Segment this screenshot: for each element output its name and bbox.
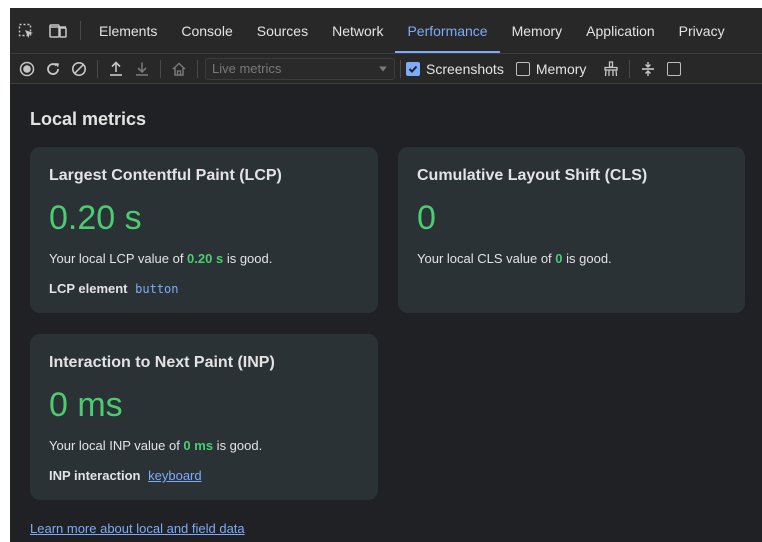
collapse-track-icon[interactable] [635,57,661,81]
garbage-collect-icon[interactable] [598,57,624,81]
lcp-description: Your local LCP value of 0.20 s is good. [49,251,272,266]
tab-console[interactable]: Console [169,8,244,53]
memory-label: Memory [535,60,587,77]
tab-privacy[interactable]: Privacy [667,8,737,53]
divider [197,59,198,78]
inspect-element-icon[interactable] [10,8,42,53]
clear-icon[interactable] [66,57,92,81]
inp-card: Interaction to Next Paint (INP) 0 ms You… [30,334,378,500]
cls-title: Cumulative Layout Shift (CLS) [417,167,648,184]
lcp-value: 0.20 s [49,199,142,237]
checkbox-unchecked-icon[interactable] [515,61,530,76]
divider [629,59,631,78]
device-toolbar-icon[interactable] [42,8,74,53]
tab-elements[interactable]: Elements [87,8,169,53]
more-options-checkbox[interactable] [661,57,687,81]
live-metrics-view: Local metrics Largest Contentful Paint (… [10,85,762,542]
recording-mode-select-value: Live metrics [212,61,282,76]
cls-desc-value: 0 [555,251,563,266]
tab-memory[interactable]: Memory [500,8,575,53]
checkbox-unchecked-icon[interactable] [667,61,682,76]
cls-card: Cumulative Layout Shift (CLS) 0 Your loc… [398,147,745,313]
inp-value: 0 ms [49,386,123,424]
inp-interaction-row: INP interaction keyboard [49,468,202,483]
inp-interaction-label: INP interaction [49,468,141,483]
inp-description: Your local INP value of 0 ms is good. [49,438,262,453]
tab-performance[interactable]: Performance [395,8,500,53]
divider [400,59,401,78]
home-icon[interactable] [166,57,192,81]
lcp-card: Largest Contentful Paint (LCP) 0.20 s Yo… [30,147,378,313]
inp-desc-suffix: is good. [213,438,263,453]
devtools-tab-bar: Elements Console Sources Network Perform… [10,8,762,54]
screenshots-label: Screenshots [426,60,504,77]
record-icon[interactable] [14,57,40,81]
lcp-desc-prefix: Your local LCP value of [49,251,188,266]
cls-desc-suffix: is good. [562,251,612,266]
inp-interaction-link[interactable]: keyboard [148,468,201,483]
upload-icon[interactable] [103,57,129,81]
lcp-desc-value: 0.20 s [187,251,224,266]
lcp-element-node[interactable]: button [135,282,178,296]
performance-toolbar: Live metrics Screenshots Memory [10,54,762,84]
cls-desc-prefix: Your local CLS value of [417,251,556,266]
tab-network[interactable]: Network [320,8,395,53]
inp-desc-prefix: Your local INP value of [49,438,184,453]
chevron-down-icon [378,61,388,76]
tab-application[interactable]: Application [574,8,667,53]
divider [160,59,161,78]
devtools-window: Elements Console Sources Network Perform… [10,8,762,542]
divider [80,21,81,40]
learn-more-link[interactable]: Learn more about local and field data [30,521,245,536]
reload-record-icon[interactable] [40,57,66,81]
lcp-element-label: LCP element [49,281,128,296]
lcp-element-row: LCP element button [49,281,179,296]
screenshots-checkbox[interactable]: Screenshots [406,61,504,77]
cls-value: 0 [417,199,436,237]
divider [97,59,98,78]
inp-desc-value: 0 ms [183,438,214,453]
tab-sources[interactable]: Sources [245,8,320,53]
cls-description: Your local CLS value of 0 is good. [417,251,612,266]
page-title: Local metrics [30,109,147,129]
lcp-desc-suffix: is good. [223,251,273,266]
memory-checkbox[interactable]: Memory [515,60,587,77]
inp-title: Interaction to Next Paint (INP) [49,354,275,371]
checkmark-icon[interactable] [406,61,420,76]
recording-mode-select[interactable]: Live metrics [205,57,395,80]
lcp-title: Largest Contentful Paint (LCP) [49,167,282,184]
download-icon[interactable] [129,57,155,81]
